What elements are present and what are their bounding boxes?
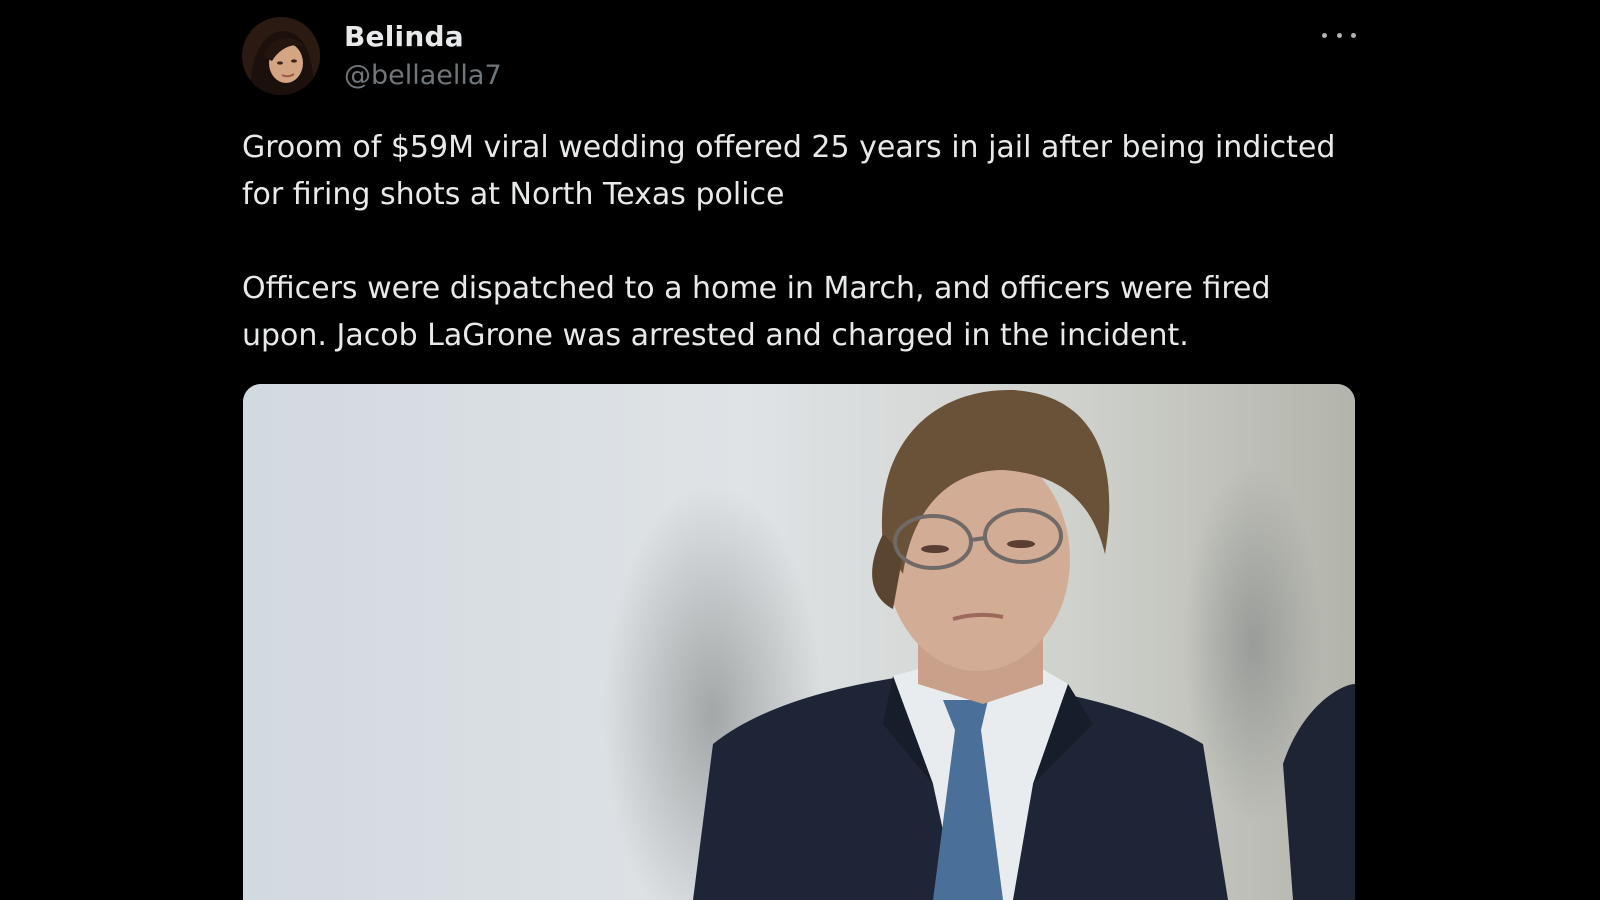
more-dot [1351,32,1356,38]
tweet-text: Groom of $59M viral wedding offered 25 y… [242,124,1352,359]
photo-man-in-suit [243,384,1355,900]
tweet-paragraph-1: Groom of $59M viral wedding offered 25 y… [242,130,1336,212]
author-display-name[interactable]: Belinda [344,20,464,53]
more-dot [1322,32,1327,38]
tweet-paragraph-2: Officers were dispatched to a home in Ma… [242,271,1271,353]
avatar-image [242,17,320,95]
more-horizontal-icon[interactable] [1322,22,1356,48]
author-handle[interactable]: @bellaella7 [344,60,502,91]
tweet: Belinda @bellaella7 Groom of $59M viral … [242,0,1356,900]
avatar[interactable] [242,17,320,95]
tweet-media-photo[interactable] [243,384,1355,900]
more-dot [1336,32,1342,38]
